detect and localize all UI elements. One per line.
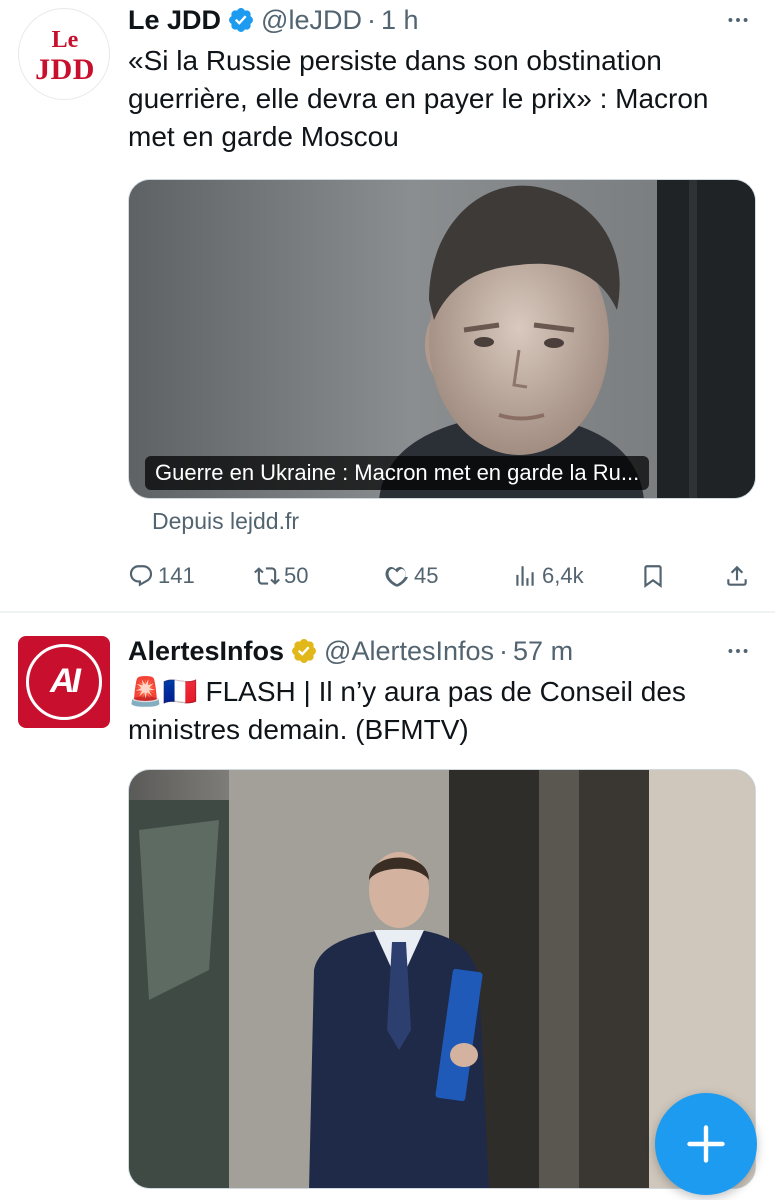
avatar-alertesinfos[interactable]: AI (18, 636, 110, 728)
retweet-count: 50 (284, 563, 309, 588)
share-icon (727, 565, 747, 586)
author-handle[interactable]: @AlertesInfos (324, 636, 494, 667)
link-card-title: Guerre en Ukraine : Macron met en garde … (145, 456, 650, 490)
reply-button[interactable]: 141 (128, 558, 195, 594)
author-name[interactable]: AlertesInfos (128, 636, 284, 667)
link-card-source[interactable]: Depuis lejdd.fr (152, 508, 299, 535)
compose-button[interactable] (655, 1093, 757, 1195)
tweet-actions: 141 50 45 6,4k (128, 558, 758, 594)
author-handle[interactable]: @leJDD (261, 5, 362, 36)
link-card-image[interactable]: Guerre en Ukraine : Macron met en garde … (128, 179, 756, 499)
avatar-lejdd[interactable]: Le JDD (18, 8, 110, 100)
like-button[interactable]: 45 (384, 558, 438, 594)
retweet-icon (254, 567, 280, 585)
views-icon (516, 566, 534, 586)
more-options-icon[interactable] (723, 5, 753, 35)
heart-icon (385, 566, 408, 587)
bookmark-button[interactable] (640, 558, 670, 594)
tweet-time[interactable]: 57 m (513, 636, 573, 667)
lejdd-logo: Le JDD (35, 27, 95, 86)
tweet-header: Le JDD @leJDD · 1 h (128, 0, 419, 40)
verified-badge-icon (229, 8, 253, 32)
tweet-header: AlertesInfos @AlertesInfos · 57 m (128, 631, 573, 671)
verified-badge-icon (292, 639, 317, 663)
reply-count: 141 (158, 563, 195, 588)
tweet-time[interactable]: 1 h (381, 5, 419, 36)
share-button[interactable] (724, 558, 754, 594)
tweet-text: «Si la Russie persiste dans son obstinat… (128, 45, 709, 152)
views-button[interactable]: 6,4k (512, 558, 584, 594)
tweet-lejdd[interactable]: Le JDD Le JDD @leJDD · 1 h «Si la Russie… (0, 0, 775, 612)
portrait-photo (129, 180, 755, 498)
separator-dot: · (499, 635, 509, 666)
separator-dot: · (366, 4, 376, 35)
author-name[interactable]: Le JDD (128, 5, 221, 36)
more-options-icon[interactable] (723, 636, 753, 666)
plus-icon (687, 1125, 725, 1163)
alertesinfos-logo: AI (50, 662, 81, 700)
tweet-alertesinfos[interactable]: AI AlertesInfos @AlertesInfos · 57 m 🚨🇫🇷… (0, 613, 775, 1200)
bookmark-icon (644, 565, 662, 588)
retweet-button[interactable]: 50 (254, 558, 308, 594)
tweet-text: 🚨🇫🇷 FLASH | Il n’y aura pas de Conseil d… (128, 676, 686, 745)
like-count: 45 (414, 563, 439, 588)
reply-icon (129, 565, 153, 587)
views-count: 6,4k (542, 563, 584, 588)
